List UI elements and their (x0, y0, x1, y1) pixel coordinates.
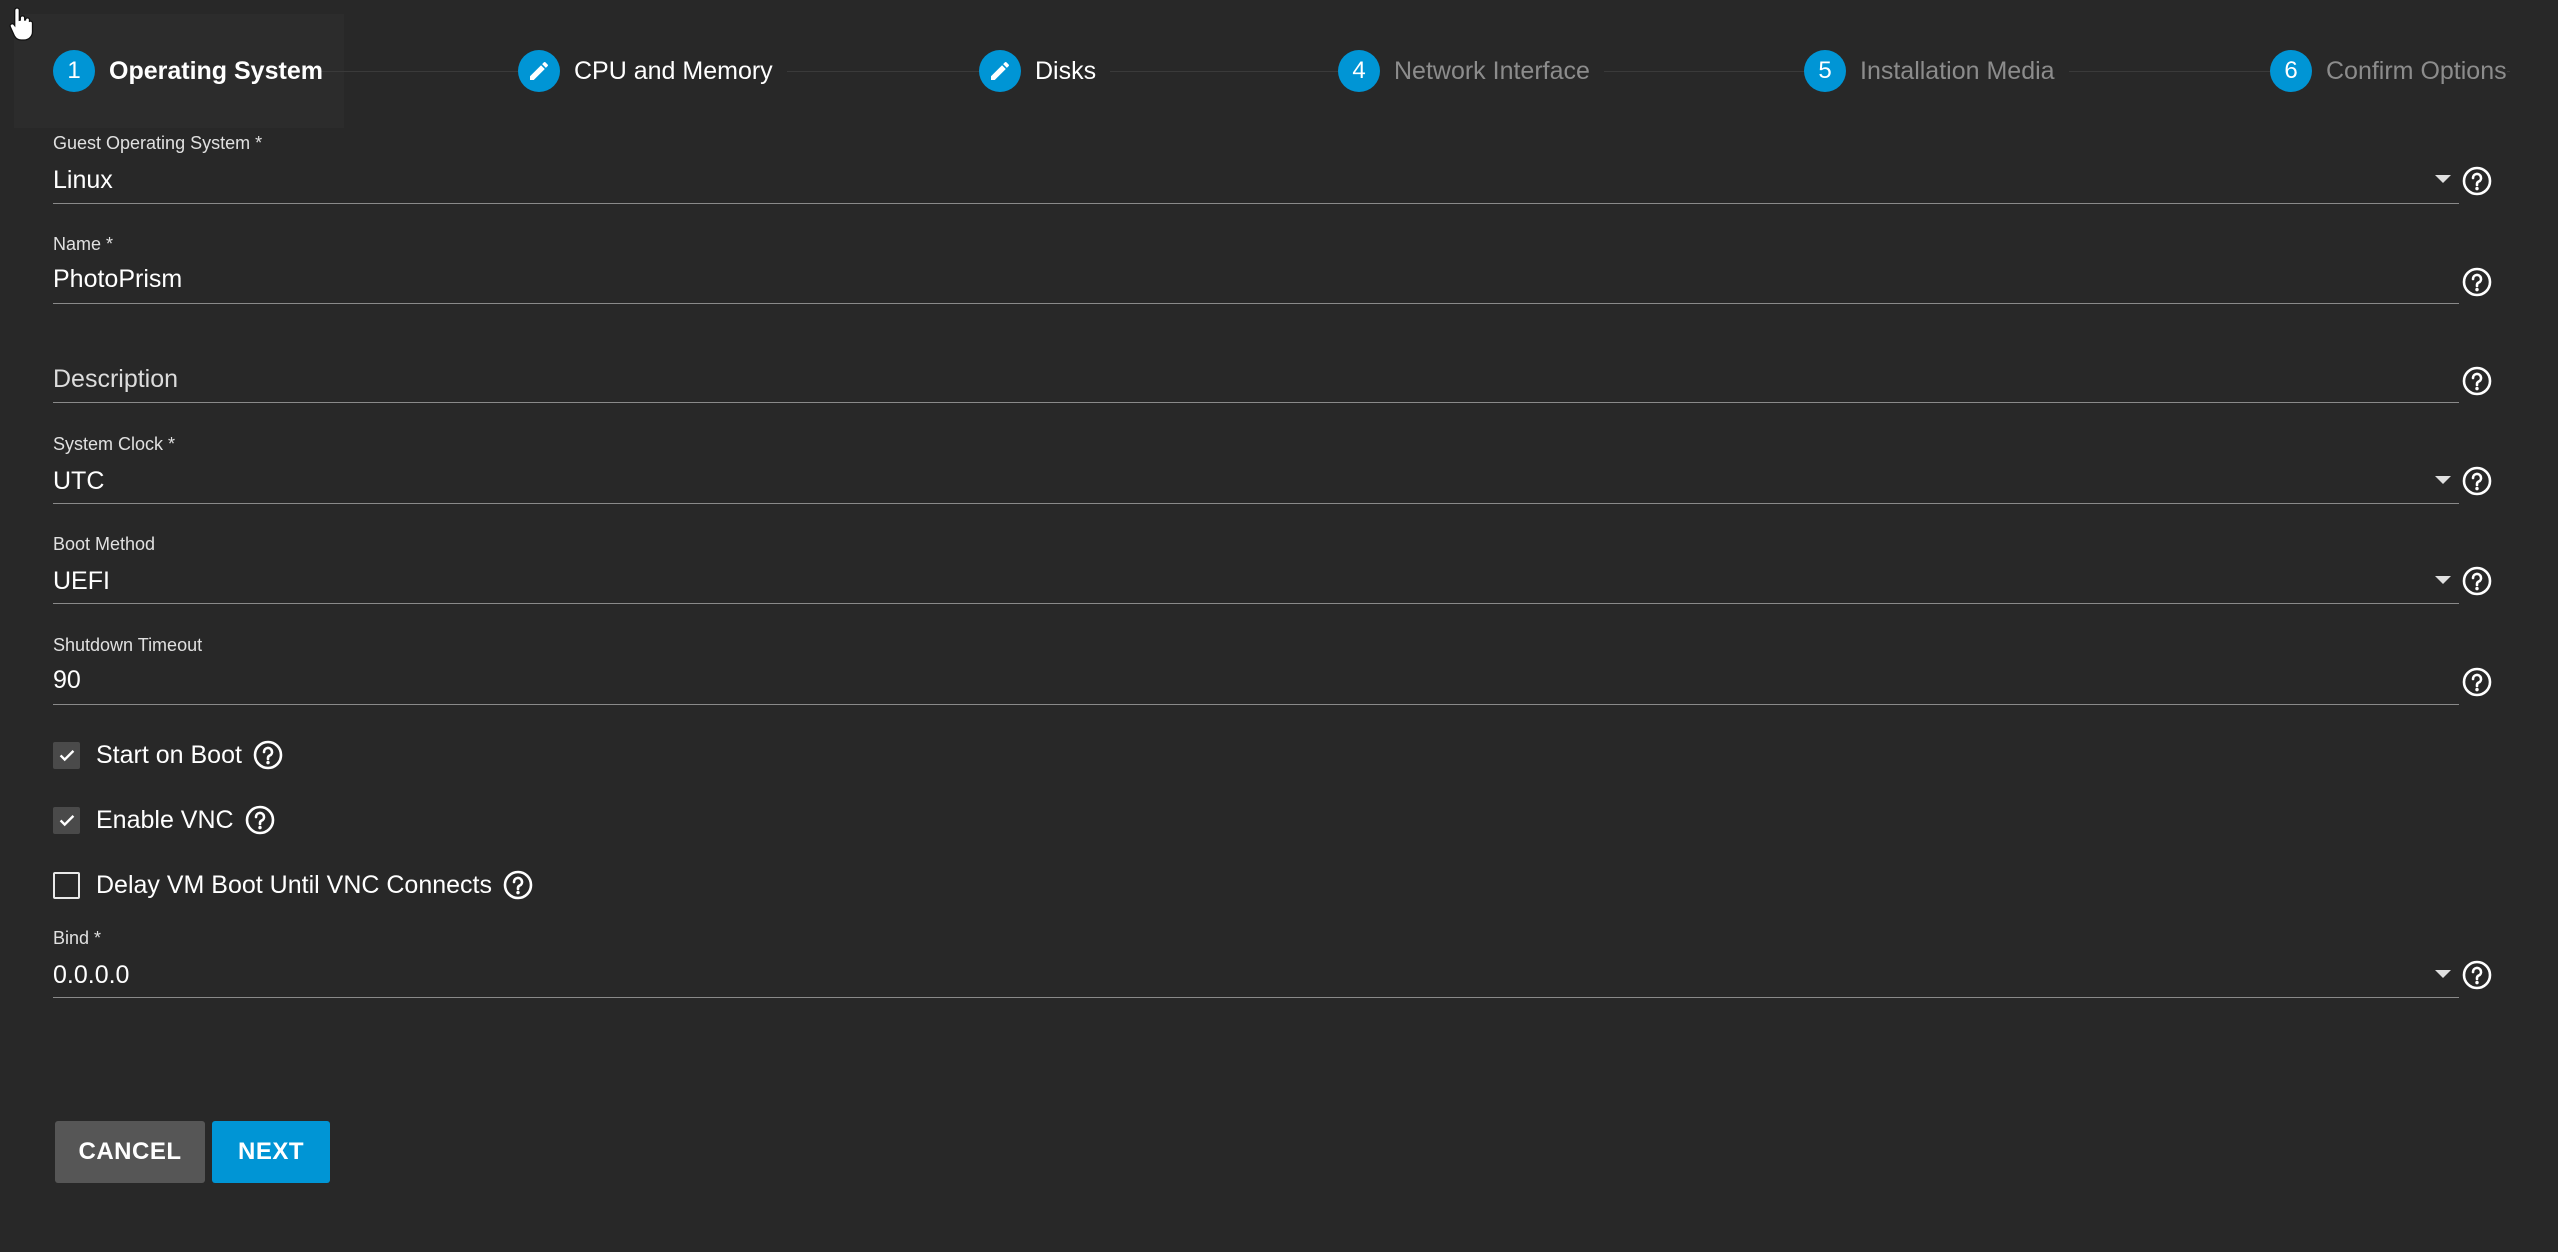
name-label: Name * (53, 234, 114, 254)
delay-vm-boot-label[interactable]: Delay VM Boot Until VNC Connects (96, 871, 492, 900)
step-label: Network Interface (1394, 56, 1590, 85)
help-circle-icon[interactable] (2461, 959, 2493, 991)
field-underline (53, 603, 2459, 604)
step-network-interface[interactable]: 4 Network Interface (1338, 50, 1604, 92)
field-underline (53, 997, 2459, 998)
shutdown-timeout-field[interactable]: Shutdown Timeout (53, 632, 2459, 708)
cancel-button[interactable]: CANCEL (55, 1121, 205, 1183)
help-circle-icon[interactable] (2461, 666, 2493, 698)
description-input[interactable] (53, 365, 2353, 394)
help-circle-icon[interactable] (2461, 465, 2493, 497)
help-circle-icon[interactable] (2461, 165, 2493, 197)
start-on-boot-checkbox-row[interactable]: Start on Boot (53, 739, 284, 771)
caret-down-icon[interactable] (2435, 970, 2451, 978)
bind-select[interactable]: Bind * 0.0.0.0 (53, 925, 2459, 1001)
enable-vnc-checkbox[interactable] (53, 806, 80, 834)
field-underline (53, 203, 2459, 204)
guest-os-select[interactable]: Guest Operating System * Linux (53, 130, 2459, 206)
start-on-boot-label[interactable]: Start on Boot (96, 741, 242, 770)
help-circle-icon[interactable] (2461, 266, 2493, 298)
delay-vm-boot-checkbox-row[interactable]: Delay VM Boot Until VNC Connects (53, 869, 534, 901)
step-label: CPU and Memory (574, 56, 773, 85)
boot-method-select[interactable]: Boot Method UEFI (53, 531, 2459, 607)
name-input[interactable] (53, 265, 2353, 294)
delay-vm-boot-checkbox[interactable] (53, 871, 80, 899)
step-number-badge: 5 (1804, 50, 1846, 92)
enable-vnc-label[interactable]: Enable VNC (96, 806, 234, 835)
enable-vnc-checkbox-row[interactable]: Enable VNC (53, 804, 276, 836)
step-cpu-and-memory[interactable]: CPU and Memory (518, 50, 787, 92)
boot-method-value: UEFI (53, 567, 110, 595)
field-underline (53, 303, 2459, 304)
stepper: 1 Operating System CPU and Memory Disks … (0, 0, 2558, 142)
boot-method-label: Boot Method (53, 534, 156, 554)
guest-os-value: Linux (53, 166, 113, 194)
help-circle-icon[interactable] (2461, 365, 2493, 397)
bind-value: 0.0.0.0 (53, 961, 130, 989)
system-clock-label: System Clock * (53, 434, 176, 454)
next-button[interactable]: NEXT (212, 1121, 330, 1183)
field-underline (53, 402, 2459, 403)
checkmark-icon (59, 750, 74, 762)
guest-os-label: Guest Operating System * (53, 133, 263, 153)
help-circle-icon[interactable] (244, 804, 276, 836)
pencil-icon (979, 50, 1021, 92)
bind-label: Bind * (53, 928, 102, 948)
field-underline (53, 704, 2459, 705)
step-installation-media[interactable]: 5 Installation Media (1804, 50, 2069, 92)
step-confirm-options[interactable]: 6 Confirm Options (2270, 50, 2507, 92)
caret-down-icon[interactable] (2435, 175, 2451, 183)
system-clock-value: UTC (53, 467, 105, 495)
name-field[interactable]: Name * (53, 231, 2459, 307)
step-number-badge: 6 (2270, 50, 2312, 92)
step-operating-system[interactable]: 1 Operating System (53, 50, 337, 92)
field-underline (53, 503, 2459, 504)
step-disks[interactable]: Disks (979, 50, 1111, 92)
step-number-badge: 4 (1338, 50, 1380, 92)
caret-down-icon[interactable] (2435, 576, 2451, 584)
step-number-badge: 1 (53, 50, 95, 92)
description-field[interactable] (53, 331, 2459, 407)
shutdown-timeout-label: Shutdown Timeout (53, 635, 203, 655)
step-label: Confirm Options (2326, 56, 2507, 85)
system-clock-select[interactable]: System Clock * UTC (53, 431, 2459, 507)
help-circle-icon[interactable] (252, 739, 284, 771)
help-circle-icon[interactable] (2461, 565, 2493, 597)
help-circle-icon[interactable] (502, 869, 534, 901)
step-label: Disks (1035, 56, 1097, 85)
step-label: Installation Media (1860, 56, 2055, 85)
pencil-icon (518, 50, 560, 92)
step-label: Operating System (109, 56, 323, 85)
start-on-boot-checkbox[interactable] (53, 741, 80, 769)
checkmark-icon (59, 815, 74, 827)
caret-down-icon[interactable] (2435, 476, 2451, 484)
hand-pointer-icon (9, 7, 34, 41)
shutdown-timeout-input[interactable] (53, 666, 2353, 695)
